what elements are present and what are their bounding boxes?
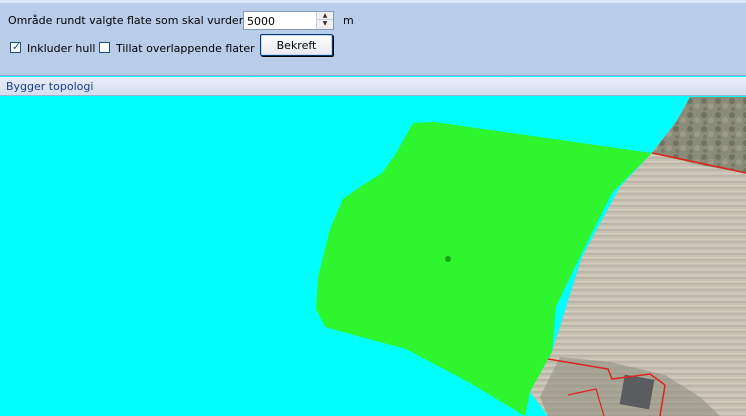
checkmark-icon: ✓ bbox=[11, 40, 22, 53]
panel-top-line bbox=[0, 0, 746, 3]
area-unit: m bbox=[343, 14, 354, 27]
allow-overlap-label[interactable]: Tillat overlappende flater bbox=[116, 42, 255, 55]
confirm-button[interactable]: Bekreft bbox=[260, 34, 333, 56]
area-value[interactable]: 5000 bbox=[247, 15, 275, 28]
area-spinbox[interactable]: 5000 ▲ ▼ bbox=[243, 11, 334, 30]
map-view[interactable] bbox=[0, 97, 746, 416]
map-canvas[interactable] bbox=[0, 97, 746, 416]
spin-buttons: ▲ ▼ bbox=[316, 12, 333, 29]
area-label: Område rundt valgte flate som skal vurde… bbox=[8, 14, 260, 27]
options-panel: Område rundt valgte flate som skal vurde… bbox=[0, 0, 746, 76]
arrow-up-icon[interactable]: ▲ bbox=[317, 12, 333, 20]
arrow-down-icon[interactable]: ▼ bbox=[317, 20, 333, 28]
status-text: Bygger topologi bbox=[6, 80, 94, 93]
building bbox=[619, 374, 655, 410]
polygon-centroid bbox=[445, 256, 451, 262]
include-holes-checkbox[interactable]: ✓ bbox=[10, 40, 22, 53]
status-bar: Bygger topologi bbox=[0, 77, 746, 96]
include-holes-label[interactable]: Inkluder hull bbox=[27, 42, 95, 55]
allow-overlap-checkbox[interactable] bbox=[99, 42, 110, 53]
